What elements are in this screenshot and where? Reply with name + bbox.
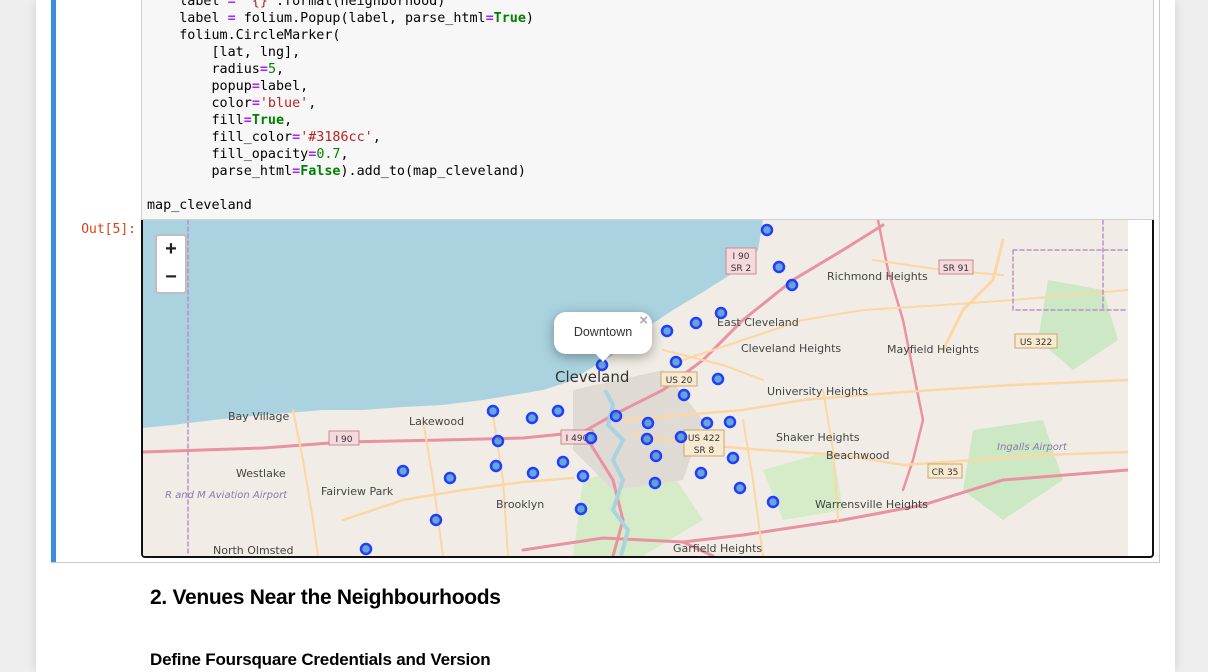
zoom-in-button[interactable]: + <box>155 234 187 265</box>
neighborhood-marker[interactable] <box>785 278 799 292</box>
shield-cr35: CR 35 <box>932 468 959 478</box>
label-shaker-heights: Shaker Heights <box>776 431 860 444</box>
neighborhood-marker[interactable] <box>772 260 786 274</box>
code-line: label = '{}'.format(neighborhood) <box>147 0 446 9</box>
neighborhood-marker[interactable] <box>648 476 662 490</box>
neighborhood-marker[interactable] <box>489 459 503 473</box>
neighborhood-marker[interactable] <box>556 455 570 469</box>
shield-i90: I 90 <box>336 435 353 445</box>
shield-us322: US 322 <box>1020 338 1052 348</box>
label-east-cleveland: East Cleveland <box>717 316 799 329</box>
neighborhood-marker[interactable] <box>609 409 623 423</box>
neighborhood-marker[interactable] <box>551 404 565 418</box>
code-line: popup=label, <box>147 79 309 94</box>
shield-us422-sr8: US 422 <box>688 434 720 444</box>
neighborhood-marker[interactable] <box>641 416 655 430</box>
code-line: fill_opacity=0.7, <box>147 147 349 162</box>
label-garfield-heights: Garfield Heights <box>673 542 762 555</box>
shield-sr91: SR 91 <box>943 264 969 274</box>
label-cleveland: Cleveland <box>555 368 629 386</box>
neighborhood-marker[interactable] <box>526 466 540 480</box>
neighborhood-marker[interactable] <box>694 466 708 480</box>
neighborhood-marker[interactable] <box>689 316 703 330</box>
neighborhood-marker[interactable] <box>677 388 691 402</box>
leaflet-map[interactable]: I 90 SR 2 SR 91 US 322 US 20 US 422 SR 8… <box>143 220 1128 556</box>
neighborhood-marker[interactable] <box>584 431 598 445</box>
neighborhood-marker[interactable] <box>674 430 688 444</box>
code-input-area[interactable]: label = '{}'.format(neighborhood) label … <box>141 0 1154 220</box>
label-beachwood: Beachwood <box>826 449 890 462</box>
neighborhood-marker[interactable] <box>576 469 590 483</box>
selected-cell-indicator <box>51 0 56 562</box>
notebook-page: label = '{}'.format(neighborhood) label … <box>36 0 1175 672</box>
map-output: I 90 SR 2 SR 91 US 322 US 20 US 422 SR 8… <box>141 220 1154 558</box>
code-line: radius=5, <box>147 62 285 77</box>
label-north-olmsted: North Olmsted <box>213 544 294 556</box>
neighborhood-marker[interactable] <box>700 416 714 430</box>
code-line: [lat, lng], <box>147 45 301 60</box>
neighborhood-marker[interactable] <box>714 306 728 320</box>
map-popup: Downtown × <box>554 312 652 362</box>
label-cleveland-heights: Cleveland Heights <box>741 342 841 355</box>
neighborhood-marker[interactable] <box>443 471 457 485</box>
shield-i90-sr2: SR 2 <box>731 264 752 274</box>
neighborhood-marker[interactable] <box>649 449 663 463</box>
code-line: fill=True, <box>147 113 293 128</box>
credentials-heading: Define Foursquare Credentials and Versio… <box>150 650 491 669</box>
output-prompt: Out[5]: <box>81 222 136 237</box>
neighborhood-marker[interactable] <box>766 495 780 509</box>
neighborhood-marker[interactable] <box>723 415 737 429</box>
label-richmond-heights: Richmond Heights <box>827 270 928 283</box>
code-line: fill_color='#3186cc', <box>147 130 381 145</box>
neighborhood-marker[interactable] <box>733 481 747 495</box>
label-university-heights: University Heights <box>767 385 868 398</box>
popup-tip <box>594 352 612 362</box>
shield-us20: US 20 <box>666 376 693 386</box>
code-cell[interactable]: label = '{}'.format(neighborhood) label … <box>51 0 1160 563</box>
label-brooklyn: Brooklyn <box>496 498 544 511</box>
code-line: color='blue', <box>147 96 317 111</box>
neighborhood-marker[interactable] <box>486 404 500 418</box>
popup-label: Downtown <box>573 325 633 339</box>
shield-i90-sr2: I 90 <box>733 252 750 262</box>
neighborhood-marker[interactable] <box>491 434 505 448</box>
label-ingalls-airport: Ingalls Airport <box>997 442 1068 453</box>
venues-heading: 2. Venues Near the Neighbourhoods <box>150 586 501 609</box>
code-editor[interactable]: label = '{}'.format(neighborhood) label … <box>147 0 534 214</box>
neighborhood-marker[interactable] <box>525 411 539 425</box>
code-line: folium.CircleMarker( <box>147 28 341 43</box>
label-mayfield-heights: Mayfield Heights <box>887 343 979 356</box>
neighborhood-marker[interactable] <box>574 502 588 516</box>
neighborhood-marker[interactable] <box>359 542 373 556</box>
zoom-out-button[interactable]: − <box>155 264 187 294</box>
shield-us422-sr8: SR 8 <box>694 446 715 456</box>
neighborhood-marker[interactable] <box>429 513 443 527</box>
neighborhood-marker[interactable] <box>669 355 683 369</box>
code-line: parse_html=False).add_to(map_cleveland) <box>147 164 526 179</box>
neighborhood-marker[interactable] <box>660 324 674 338</box>
label-warrensville-heights: Warrensville Heights <box>815 498 928 511</box>
neighborhood-marker[interactable] <box>396 464 410 478</box>
label-bay-village: Bay Village <box>228 410 289 423</box>
code-line: label = folium.Popup(label, parse_html=T… <box>147 11 534 26</box>
label-rm-airport: R and M Aviation Airport <box>165 490 288 501</box>
neighborhood-marker[interactable] <box>760 223 774 237</box>
popup-close-button[interactable]: × <box>639 312 648 329</box>
neighborhood-marker[interactable] <box>711 372 725 386</box>
neighborhood-marker[interactable] <box>640 432 654 446</box>
label-fairview-park: Fairview Park <box>321 485 394 498</box>
label-lakewood: Lakewood <box>409 415 464 428</box>
neighborhood-marker[interactable] <box>726 451 740 465</box>
map-tiles[interactable]: I 90 SR 2 SR 91 US 322 US 20 US 422 SR 8… <box>143 220 1128 556</box>
code-line: map_cleveland <box>147 198 252 213</box>
label-westlake: Westlake <box>236 467 286 480</box>
